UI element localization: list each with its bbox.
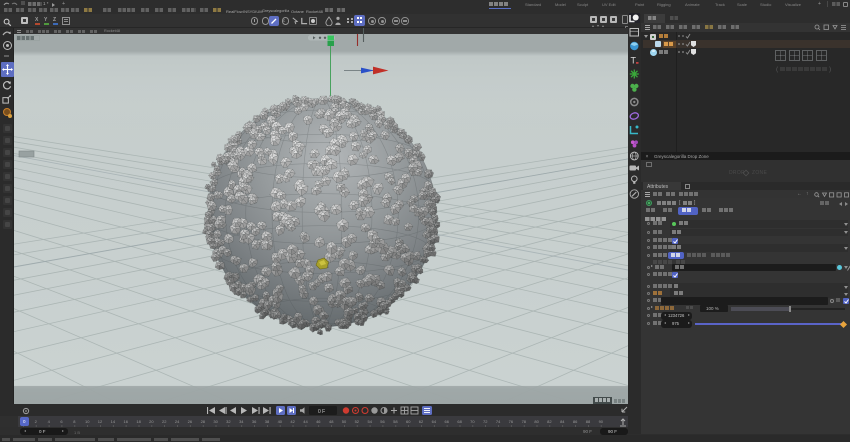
svg-text:50: 50 bbox=[342, 419, 347, 424]
svg-text:42: 42 bbox=[290, 419, 295, 424]
svg-text:58: 58 bbox=[393, 419, 398, 424]
svg-text:16: 16 bbox=[123, 419, 128, 424]
svg-text:74: 74 bbox=[496, 419, 501, 424]
svg-text:6: 6 bbox=[60, 419, 63, 424]
svg-text:88: 88 bbox=[586, 419, 591, 424]
svg-text:52: 52 bbox=[355, 419, 360, 424]
svg-text:34: 34 bbox=[239, 419, 244, 424]
svg-text:24: 24 bbox=[175, 419, 180, 424]
svg-text:76: 76 bbox=[509, 419, 514, 424]
svg-text:78: 78 bbox=[522, 419, 527, 424]
svg-text:0 F: 0 F bbox=[318, 409, 325, 415]
svg-text:18: 18 bbox=[136, 419, 141, 424]
svg-text:62: 62 bbox=[419, 419, 424, 424]
svg-text:20: 20 bbox=[149, 419, 154, 424]
svg-text:44: 44 bbox=[303, 419, 308, 424]
svg-text:36: 36 bbox=[252, 419, 257, 424]
svg-text:4: 4 bbox=[48, 419, 51, 424]
svg-text:60: 60 bbox=[406, 419, 411, 424]
svg-text:14: 14 bbox=[111, 419, 116, 424]
svg-text:82: 82 bbox=[547, 419, 552, 424]
svg-text:56: 56 bbox=[380, 419, 385, 424]
svg-text:22: 22 bbox=[162, 419, 167, 424]
svg-text:54: 54 bbox=[367, 419, 372, 424]
svg-text:T: T bbox=[631, 56, 637, 66]
svg-text:86: 86 bbox=[573, 419, 578, 424]
svg-text:66: 66 bbox=[444, 419, 449, 424]
svg-text:48: 48 bbox=[329, 419, 334, 424]
svg-text:68: 68 bbox=[457, 419, 462, 424]
svg-text:40: 40 bbox=[278, 419, 283, 424]
svg-text:12: 12 bbox=[98, 419, 103, 424]
svg-text:84: 84 bbox=[560, 419, 565, 424]
svg-text:72: 72 bbox=[483, 419, 488, 424]
svg-text:2: 2 bbox=[35, 419, 38, 424]
svg-text:90: 90 bbox=[599, 419, 604, 424]
svg-text:26: 26 bbox=[188, 419, 193, 424]
svg-text:46: 46 bbox=[316, 419, 321, 424]
svg-text:70: 70 bbox=[470, 419, 475, 424]
svg-text:10: 10 bbox=[85, 419, 90, 424]
svg-text:28: 28 bbox=[201, 419, 206, 424]
svg-text:8: 8 bbox=[73, 419, 76, 424]
svg-text:38: 38 bbox=[265, 419, 270, 424]
svg-text:32: 32 bbox=[226, 419, 231, 424]
svg-text:64: 64 bbox=[432, 419, 437, 424]
svg-text:30: 30 bbox=[213, 419, 218, 424]
svg-text:80: 80 bbox=[534, 419, 539, 424]
